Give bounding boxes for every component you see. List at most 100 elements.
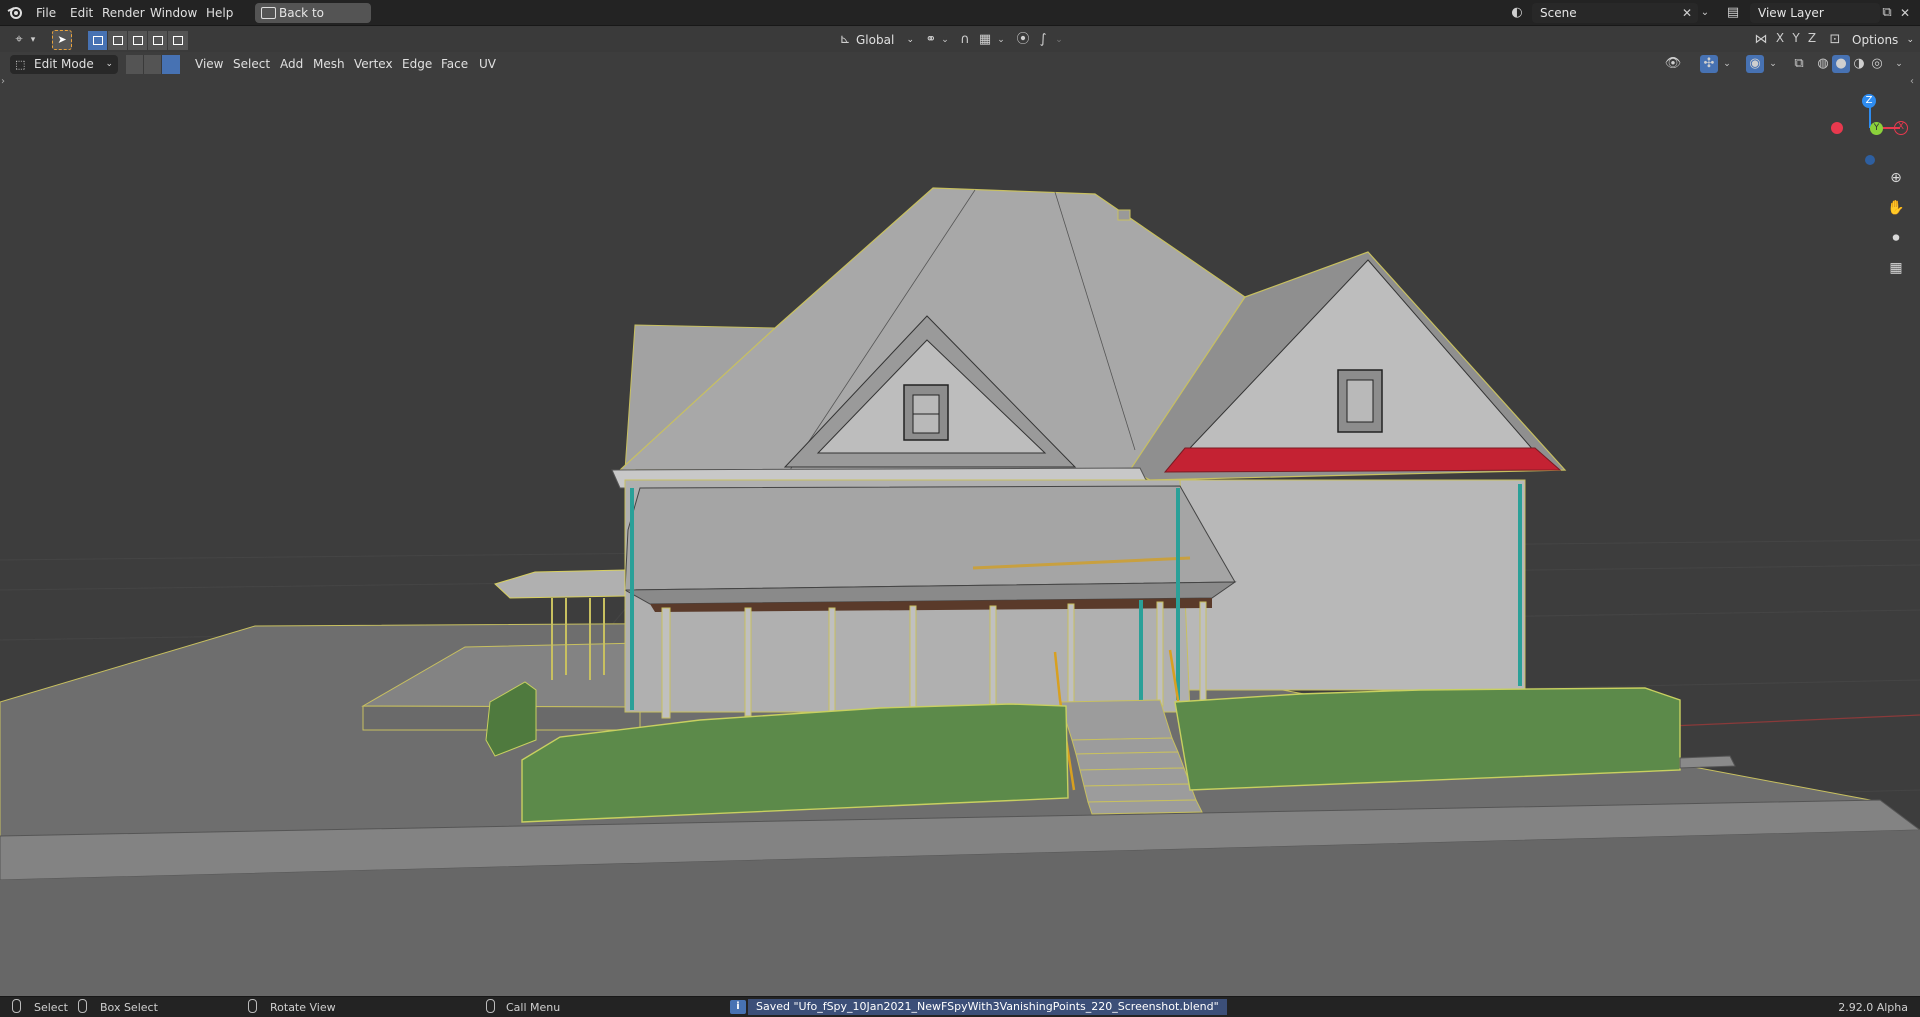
mouse-drag-icon: [78, 999, 87, 1013]
info-icon: i: [730, 1000, 746, 1014]
gizmo-y-axis[interactable]: Y: [1870, 122, 1883, 135]
gizmo-neg-x[interactable]: [1831, 122, 1843, 134]
viewport-header: ⬚ Edit Mode ⌄ View Select Add Mesh Verte…: [0, 52, 1920, 77]
menu-help[interactable]: Help: [200, 4, 239, 22]
select-mode-new-icon[interactable]: [88, 31, 108, 50]
mouse-left-icon: [12, 999, 21, 1013]
xray-icon[interactable]: ⧉: [1790, 55, 1808, 73]
right-wall: [1179, 479, 1526, 691]
gizmo-toggle-icon[interactable]: ✣: [1700, 55, 1718, 73]
chevron-down-icon: ⌄: [105, 59, 113, 69]
solid-shading-icon[interactable]: ●: [1832, 55, 1850, 73]
scene-new-icon[interactable]: ⌄: [1696, 4, 1714, 22]
toolbar-toggle-icon[interactable]: ›: [1, 76, 5, 87]
options-dropdown[interactable]: Options ⌄: [1852, 31, 1914, 49]
face-select-mode[interactable]: [162, 55, 180, 74]
scene-name-field[interactable]: Scene: [1532, 3, 1698, 23]
back-to-previous-button[interactable]: Back to Previous: [255, 3, 371, 40]
vertex-select-mode[interactable]: [126, 55, 144, 74]
edge-select-mode[interactable]: [144, 55, 162, 74]
gizmo-z-axis[interactable]: Z: [1862, 94, 1876, 108]
status-select: Select: [34, 1001, 68, 1014]
select-mode-extend-icon[interactable]: [108, 31, 128, 50]
mouse-middle-icon: [248, 999, 257, 1013]
select-mode-intersect-icon[interactable]: [168, 31, 188, 50]
gizmo-x-axis[interactable]: X: [1894, 121, 1908, 135]
header-menu-vertex[interactable]: Vertex: [349, 55, 398, 74]
mouse-right-icon: [486, 999, 495, 1013]
remove-layer-icon[interactable]: ✕: [1896, 4, 1914, 22]
chevron-down-icon[interactable]: ⌄: [1890, 55, 1908, 73]
menu-edit[interactable]: Edit: [64, 4, 99, 22]
mirror-icon[interactable]: ⋈: [1752, 31, 1770, 49]
orientation-dropdown[interactable]: Global ⌄: [856, 31, 914, 49]
header-menu-uv[interactable]: UV: [474, 55, 501, 74]
overlays-icon[interactable]: ◉: [1746, 55, 1764, 73]
menu-render[interactable]: Render: [96, 4, 151, 22]
header-menu-face[interactable]: Face: [436, 55, 473, 74]
rendered-shading-icon[interactable]: ◎: [1868, 55, 1886, 73]
pan-hand-icon[interactable]: ✋: [1884, 196, 1908, 220]
side-pergola: [494, 569, 626, 599]
duplicate-layer-icon[interactable]: ⧉: [1878, 4, 1896, 22]
mode-label: Edit Mode: [34, 57, 94, 71]
scene-icon[interactable]: ◐: [1508, 4, 1526, 22]
visibility-eye-icon[interactable]: 👁: [1664, 55, 1682, 73]
tool-settings-bar: ⌖ ▾ ➤ ⊾ Global ⌄ ⚭ ⌄ ∩ ▦ ⌄ ⦿ ∫ ⌄ ⋈ X Y Z…: [0, 27, 1920, 52]
view-layer-icon[interactable]: ▤: [1724, 4, 1742, 22]
menu-file[interactable]: File: [30, 4, 62, 22]
version-label: 2.92.0 Alpha: [1838, 1001, 1908, 1014]
wireframe-shading-icon[interactable]: ◍: [1814, 55, 1832, 73]
axis-toggle-x[interactable]: X: [1772, 31, 1788, 45]
chevron-down-icon[interactable]: ⌄: [936, 31, 954, 49]
status-box-select: Box Select: [100, 1001, 158, 1014]
chevron-down-icon[interactable]: ▾: [24, 31, 42, 49]
proportional-edit-icon[interactable]: ⦿: [1014, 31, 1032, 49]
chevron-down-icon[interactable]: ⌄: [992, 31, 1010, 49]
header-menu-select[interactable]: Select: [228, 55, 275, 74]
zoom-icon[interactable]: ⊕: [1884, 166, 1908, 190]
status-bar: Select Box Select Rotate View Call Menu …: [0, 996, 1920, 1017]
screen-back-icon: [261, 7, 276, 19]
axis-toggle-z[interactable]: Z: [1804, 31, 1820, 45]
close-icon[interactable]: ✕: [1678, 4, 1696, 22]
orientation-label: Global: [856, 33, 895, 47]
chevron-down-icon: ⌄: [906, 35, 914, 45]
header-menu-edge[interactable]: Edge: [397, 55, 437, 74]
auto-merge-icon[interactable]: ⊡: [1826, 31, 1844, 49]
chevron-down-icon[interactable]: ⌄: [1718, 55, 1736, 73]
mode-selector[interactable]: ⬚ Edit Mode ⌄: [10, 55, 118, 74]
navigation-gizmo[interactable]: Z Y X: [1828, 76, 1916, 165]
status-call-menu: Call Menu: [506, 1001, 561, 1014]
curb-right: [1679, 755, 1736, 769]
top-bar: File Edit Render Window Help Back to Pre…: [0, 0, 1920, 40]
axis-toggle-y[interactable]: Y: [1788, 31, 1804, 45]
porch-roof: [624, 485, 1236, 591]
orientation-icon[interactable]: ⊾: [836, 31, 854, 49]
viewport-scene[interactable]: [0, 52, 1920, 996]
red-fascia: [1163, 447, 1562, 473]
3d-viewport[interactable]: Z Y X ⊕ ✋ ⏺ ▦ › ‹: [0, 52, 1920, 996]
mode-icon: ⬚: [15, 58, 26, 71]
status-rotate-view: Rotate View: [270, 1001, 336, 1014]
menu-window[interactable]: Window: [144, 4, 203, 22]
view-layer-field[interactable]: View Layer: [1750, 3, 1880, 23]
material-shading-icon[interactable]: ◑: [1850, 55, 1868, 73]
gizmo-neg-z[interactable]: [1865, 155, 1875, 165]
status-message[interactable]: Saved "Ufo_fSpy_10Jan2021_NewFSpyWith3Va…: [748, 999, 1227, 1015]
header-menu-view[interactable]: View: [190, 55, 228, 74]
active-tool-select-icon[interactable]: ➤: [52, 30, 72, 50]
snap-magnet-icon[interactable]: ∩: [956, 31, 974, 49]
select-mode-subtract-icon[interactable]: [128, 31, 148, 50]
camera-icon[interactable]: ⏺: [1884, 226, 1908, 250]
sidebar-toggle-icon[interactable]: ‹: [1910, 76, 1914, 87]
chevron-down-icon[interactable]: ⌄: [1764, 55, 1782, 73]
chevron-down-icon: ⌄: [1906, 35, 1914, 45]
blender-logo-icon[interactable]: [6, 4, 24, 22]
options-label: Options: [1852, 33, 1899, 47]
header-menu-add[interactable]: Add: [275, 55, 308, 74]
select-mode-invert-icon[interactable]: [148, 31, 168, 50]
header-menu-mesh[interactable]: Mesh: [308, 55, 350, 74]
chevron-down-icon[interactable]: ⌄: [1050, 31, 1068, 49]
grid-perspective-icon[interactable]: ▦: [1884, 256, 1908, 280]
